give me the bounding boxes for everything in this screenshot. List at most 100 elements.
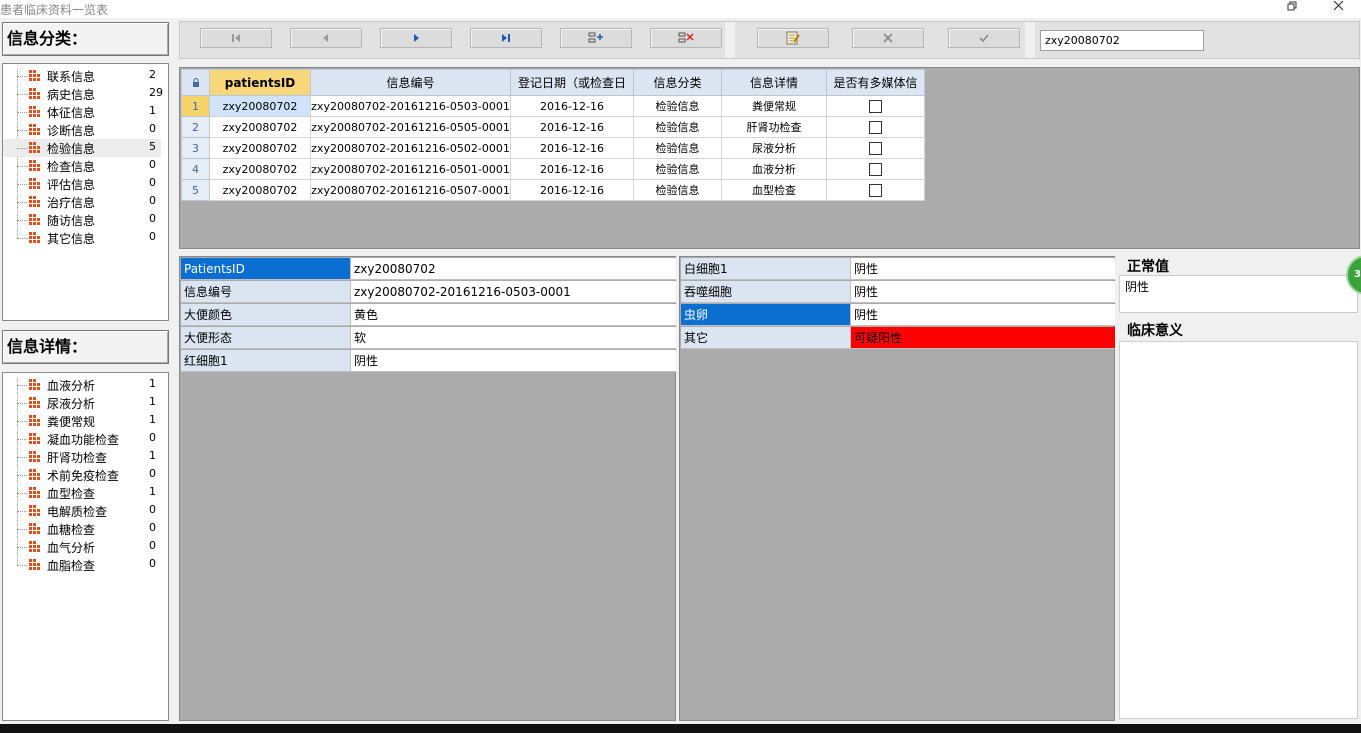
grid-cell-num[interactable]: 1	[181, 95, 210, 117]
record-field-value[interactable]: zxy20080702-20161216-0503-0001	[351, 281, 676, 303]
tree-item[interactable]: 粪便常规 1	[3, 412, 161, 430]
record-field-value[interactable]: 阴性	[851, 281, 1115, 303]
grid-cell-code[interactable]: zxy20080702-20161216-0505-0001	[310, 116, 511, 138]
confirm-button[interactable]	[948, 28, 1020, 48]
tree-item[interactable]: 随访信息 0	[3, 211, 161, 229]
record-field-value[interactable]: zxy20080702	[351, 258, 676, 280]
column-header-patientsid[interactable]: patientsID	[209, 69, 311, 96]
next-record-button[interactable]	[380, 28, 452, 48]
clinical-meaning-box[interactable]	[1119, 341, 1358, 719]
record-field-row[interactable]: 吞噬细胞 阴性	[681, 281, 1115, 304]
patient-search-input[interactable]: zxy20080702	[1040, 30, 1204, 51]
multimedia-checkbox[interactable]	[869, 183, 882, 197]
tree-item[interactable]: 尿液分析 1	[3, 394, 161, 412]
grid-cell-date[interactable]: 2016-12-16	[510, 95, 634, 117]
tree-item[interactable]: 血型检查 1	[3, 484, 161, 502]
grid-corner-lock-icon[interactable]	[181, 69, 210, 96]
multimedia-checkbox[interactable]	[869, 141, 882, 155]
table-row[interactable]: 2 zxy20080702 zxy20080702-20161216-0505-00…	[181, 116, 925, 138]
cancel-button[interactable]	[852, 28, 924, 48]
grid-cell-code[interactable]: zxy20080702-20161216-0502-0001	[310, 137, 511, 159]
grid-cell-detail[interactable]: 血液分析	[721, 158, 827, 180]
tree-item[interactable]: 术前免疫检查 0	[3, 466, 161, 484]
column-header-category[interactable]: 信息分类	[633, 69, 722, 96]
grid-cell-date[interactable]: 2016-12-16	[510, 116, 634, 138]
multimedia-checkbox[interactable]	[869, 99, 882, 113]
table-row[interactable]: 1 zxy20080702 zxy20080702-20161216-0503-00…	[181, 95, 925, 117]
grid-cell-cat[interactable]: 检验信息	[633, 179, 722, 201]
multimedia-checkbox[interactable]	[869, 120, 882, 134]
grid-cell-cat[interactable]: 检验信息	[633, 95, 722, 117]
grid-cell-num[interactable]: 3	[181, 137, 210, 159]
table-row[interactable]: 3 zxy20080702 zxy20080702-20161216-0502-00…	[181, 137, 925, 159]
first-record-button[interactable]	[200, 28, 272, 48]
grid-cell-num[interactable]: 4	[181, 158, 210, 180]
grid-cell-multimedia[interactable]	[826, 179, 925, 201]
column-header-info-code[interactable]: 信息编号	[310, 69, 511, 96]
table-row[interactable]: 5 zxy20080702 zxy20080702-20161216-0507-00…	[181, 179, 925, 201]
record-field-value[interactable]: 软	[351, 327, 676, 349]
prev-record-button[interactable]	[290, 28, 362, 48]
grid-cell-detail[interactable]: 粪便常规	[721, 95, 827, 117]
grid-cell-date[interactable]: 2016-12-16	[510, 179, 634, 201]
tree-item[interactable]: 诊断信息 0	[3, 121, 161, 139]
record-field-value[interactable]: 黄色	[351, 304, 676, 326]
grid-cell-multimedia[interactable]	[826, 116, 925, 138]
grid-cell-date[interactable]: 2016-12-16	[510, 158, 634, 180]
tree-item[interactable]: 电解质检查 0	[3, 502, 161, 520]
record-field-value[interactable]: 可疑阳性	[851, 327, 1115, 349]
grid-cell-cat[interactable]: 检验信息	[633, 116, 722, 138]
record-field-row[interactable]: 虫卵 阴性	[681, 304, 1115, 327]
grid-cell-code[interactable]: zxy20080702-20161216-0501-0001	[310, 158, 511, 180]
tree-item[interactable]: 治疗信息 0	[3, 193, 161, 211]
tree-item[interactable]: 肝肾功检查 1	[3, 448, 161, 466]
record-field-value[interactable]: 阴性	[851, 304, 1115, 326]
tree-item[interactable]: 凝血功能检查 0	[3, 430, 161, 448]
grid-cell-num[interactable]: 5	[181, 179, 210, 201]
record-field-row[interactable]: 大便颜色 黄色	[181, 304, 676, 327]
tree-item[interactable]: 血脂检查 0	[3, 556, 161, 574]
record-field-row[interactable]: PatientsID zxy20080702	[181, 258, 676, 281]
record-field-value[interactable]: 阴性	[351, 350, 676, 372]
multimedia-checkbox[interactable]	[869, 162, 882, 176]
table-row[interactable]: 4 zxy20080702 zxy20080702-20161216-0501-00…	[181, 158, 925, 180]
grid-cell-pid[interactable]: zxy20080702	[209, 179, 311, 201]
grid-cell-cat[interactable]: 检验信息	[633, 137, 722, 159]
grid-cell-num[interactable]: 2	[181, 116, 210, 138]
column-header-date[interactable]: 登记日期（或检查日	[510, 69, 634, 96]
delete-record-button[interactable]	[650, 28, 722, 48]
close-icon[interactable]	[1327, 0, 1349, 16]
restore-icon[interactable]	[1281, 0, 1303, 16]
record-field-value[interactable]: 阴性	[851, 258, 1115, 280]
grid-cell-cat[interactable]: 检验信息	[633, 158, 722, 180]
last-record-button[interactable]	[470, 28, 542, 48]
record-field-row[interactable]: 大便形态软	[181, 327, 676, 350]
insert-record-button[interactable]	[560, 28, 632, 48]
grid-cell-multimedia[interactable]	[826, 95, 925, 117]
record-field-row[interactable]: 红细胞1 阴性	[181, 350, 676, 373]
grid-cell-detail[interactable]: 尿液分析	[721, 137, 827, 159]
tree-item[interactable]: 联系信息 2	[3, 67, 161, 85]
grid-cell-multimedia[interactable]	[826, 137, 925, 159]
tree-item[interactable]: 病史信息 29	[3, 85, 163, 103]
grid-cell-pid[interactable]: zxy20080702	[209, 116, 311, 138]
record-field-row[interactable]: 白细胞1 阴性	[681, 258, 1115, 281]
tree-item[interactable]: 血液分析 1	[3, 376, 161, 394]
grid-cell-pid[interactable]: zxy20080702	[209, 137, 311, 159]
grid-cell-multimedia[interactable]	[826, 158, 925, 180]
grid-cell-pid[interactable]: zxy20080702	[209, 158, 311, 180]
grid-cell-pid[interactable]: zxy20080702	[209, 95, 311, 117]
tree-item[interactable]: 体征信息 1	[3, 103, 161, 121]
tree-item[interactable]: 血糖检查 0	[3, 520, 161, 538]
column-header-multimedia[interactable]: 是否有多媒体信	[826, 69, 925, 96]
grid-cell-detail[interactable]: 肝肾功检查	[721, 116, 827, 138]
grid-cell-detail[interactable]: 血型检查	[721, 179, 827, 201]
grid-cell-date[interactable]: 2016-12-16	[510, 137, 634, 159]
tree-item[interactable]: 血气分析 0	[3, 538, 161, 556]
grid-cell-code[interactable]: zxy20080702-20161216-0507-0001	[310, 179, 511, 201]
tree-item[interactable]: 检查信息 0	[3, 157, 161, 175]
record-field-row[interactable]: 信息编号 zxy20080702-20161216-0503-0001	[181, 281, 676, 304]
column-header-detail[interactable]: 信息详情	[721, 69, 827, 96]
tree-item[interactable]: 评估信息 0	[3, 175, 161, 193]
tree-item[interactable]: 检验信息 5	[3, 139, 161, 157]
